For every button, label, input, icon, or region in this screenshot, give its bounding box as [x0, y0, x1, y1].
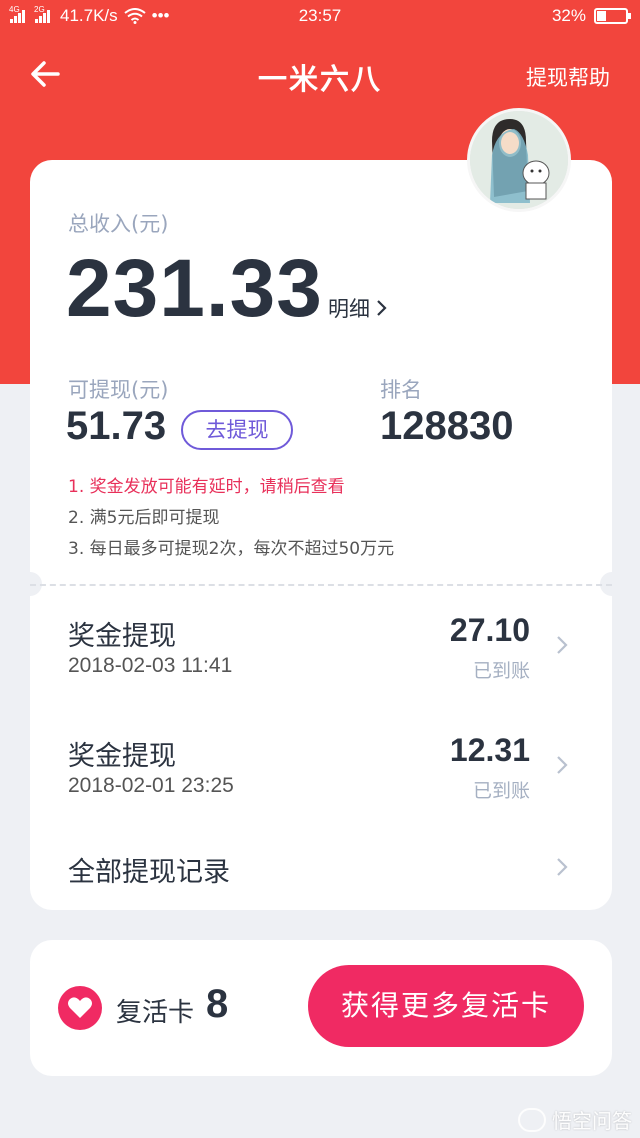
earnings-card: 总收入(元) 231.33 明细 可提现(元) 51.73 去提现 排名 128…: [18, 160, 624, 910]
withdraw-record-row[interactable]: 奖金提现 2018-02-03 11:41 27.10 已到账: [30, 612, 612, 714]
total-income-value: 231.33: [66, 243, 323, 334]
watermark: 悟空问答: [518, 1105, 632, 1134]
battery-icon: [594, 8, 631, 24]
note-item: 2. 满5元后即可提现: [68, 508, 220, 528]
notes-list: 1. 奖金发放可能有延时，请稍后查看 2. 满5元后即可提现 3. 每日最多可提…: [68, 472, 394, 565]
record-status: 已到账: [472, 780, 530, 802]
withdraw-button[interactable]: 去提现: [181, 410, 293, 450]
detail-link[interactable]: 明细: [328, 293, 388, 323]
revive-card-label: 复活卡: [116, 998, 195, 1028]
chevron-right-icon: [377, 300, 387, 316]
record-title: 奖金提现: [68, 741, 176, 772]
rank-label: 排名: [380, 378, 422, 402]
chevron-right-icon: [557, 636, 568, 654]
chevron-right-icon: [557, 756, 568, 774]
withdrawable-value: 51.73: [66, 404, 167, 448]
heart-icon: [58, 986, 102, 1030]
record-amount: 12.31: [449, 732, 530, 768]
withdrawable-label: 可提现(元): [68, 378, 169, 402]
revive-card: 复活卡 8 获得更多复活卡: [30, 940, 612, 1076]
status-bar: 4G 2G 41.7K/s ••• 23:57 32%: [0, 0, 640, 32]
watermark-icon: [518, 1107, 546, 1132]
record-title: 奖金提现: [68, 621, 176, 652]
note-item: 3. 每日最多可提现2次，每次不超过50万元: [68, 539, 395, 559]
status-right: 32%: [551, 6, 631, 26]
dashed-divider: [30, 584, 612, 586]
watermark-text: 悟空问答: [552, 1109, 632, 1133]
withdraw-record-row[interactable]: 奖金提现 2018-02-01 23:25 12.31 已到账: [30, 732, 612, 834]
total-income-label: 总收入(元): [68, 212, 169, 236]
revive-card-count: 8: [206, 982, 229, 1026]
chevron-right-icon: [557, 858, 568, 876]
record-date: 2018-02-01 23:25: [68, 774, 234, 797]
all-records-link[interactable]: 全部提现记录: [30, 840, 612, 890]
avatar-image: [470, 111, 568, 209]
record-amount: 27.10: [449, 612, 530, 648]
record-status: 已到账: [472, 660, 530, 682]
all-records-label: 全部提现记录: [68, 857, 230, 888]
withdraw-help-link[interactable]: 提现帮助: [526, 62, 610, 92]
record-date: 2018-02-03 11:41: [68, 654, 233, 677]
avatar[interactable]: [467, 108, 571, 212]
get-more-revive-button[interactable]: 获得更多复活卡: [308, 965, 584, 1047]
note-item: 1. 奖金发放可能有延时，请稍后查看: [68, 477, 345, 497]
detail-link-label: 明细: [328, 297, 370, 321]
rank-value: 128830: [380, 404, 514, 448]
battery-percent: 32%: [551, 6, 586, 25]
app-header: 一米六八 提现帮助: [0, 40, 640, 110]
clock: 23:57: [298, 6, 342, 25]
